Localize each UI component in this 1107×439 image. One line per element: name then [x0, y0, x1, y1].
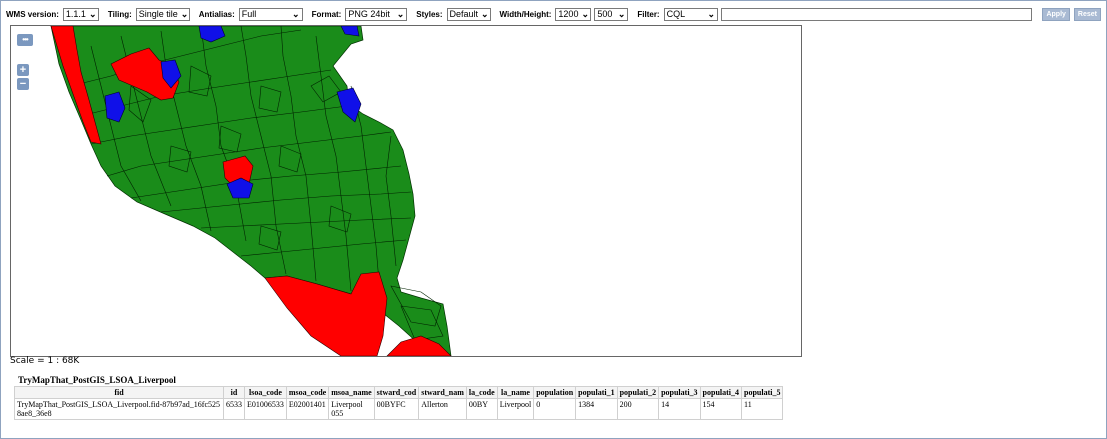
styles-select[interactable]: Default ⌄: [446, 7, 491, 21]
column-header: populati_4: [699, 386, 743, 399]
table-cell: 0: [533, 398, 577, 420]
column-header: fid: [14, 386, 224, 399]
table-cell: 00BYFC: [373, 398, 420, 420]
format-label: Format:: [311, 9, 342, 19]
table-cell: Allerton: [418, 398, 467, 420]
wms-version-value: 1.1.1: [65, 9, 86, 19]
filter-label: Filter:: [637, 9, 660, 19]
map-scale: Scale = 1 : 68K: [10, 356, 80, 366]
column-header: stward_nam: [418, 386, 467, 399]
column-header: id: [223, 386, 245, 399]
table-cell: E02001401: [285, 398, 330, 420]
table-cell: 00BY: [465, 398, 498, 420]
column-header: la_name: [496, 386, 535, 399]
tiling-value: Single tile: [138, 9, 178, 19]
wms-version-label: WMS version:: [6, 9, 59, 19]
antialias-value: Full: [241, 9, 257, 19]
chevron-down-icon: ⌄: [88, 8, 97, 19]
antialias-select[interactable]: Full ⌄: [238, 7, 303, 21]
wms-toolbar: WMS version: 1.1.1 ⌄ Tiling: Single tile ⌄…: [6, 6, 1101, 22]
styles-label: Styles:: [416, 9, 443, 19]
table-cell: 6533: [223, 398, 245, 420]
zoom-out-button[interactable]: −: [17, 78, 29, 90]
chevron-down-icon: ⌄: [617, 8, 626, 19]
column-header: msoa_name: [328, 386, 375, 399]
chevron-down-icon: ⌄: [396, 8, 405, 19]
table-cell: 11: [741, 398, 784, 420]
table-cell: 154: [699, 398, 743, 420]
column-header: lsoa_code: [244, 386, 287, 399]
column-header: la_code: [465, 386, 498, 399]
apply-button[interactable]: Apply: [1042, 7, 1070, 21]
feature-info-table: fid id lsoa_code msoa_code msoa_name stw…: [14, 386, 784, 420]
height-select[interactable]: 500 ⌄: [594, 7, 629, 21]
filter-type-value: CQL: [666, 9, 686, 19]
table-cell: E01006533: [244, 398, 287, 420]
column-header: populati_5: [741, 386, 784, 399]
chevron-down-icon: ⌄: [581, 8, 589, 19]
tiling-select[interactable]: Single tile ⌄: [135, 7, 190, 21]
column-header: populati_3: [658, 386, 701, 399]
tiling-label: Tiling:: [107, 9, 132, 19]
styles-value: Default: [449, 9, 479, 19]
table-header-row: fid id lsoa_code msoa_code msoa_name stw…: [14, 386, 784, 399]
width-height-label: Width/Height:: [499, 9, 552, 19]
table-cell: 1384: [575, 398, 618, 420]
column-header: population: [533, 386, 577, 399]
table-cell: Liverpool: [496, 398, 535, 420]
antialias-label: Antialias:: [198, 9, 235, 19]
map-viewport[interactable]: ••• + −: [10, 25, 802, 357]
table-cell: 14: [658, 398, 701, 420]
column-header: stward_cod: [373, 386, 420, 399]
width-select[interactable]: 1200 ⌄: [555, 7, 592, 21]
table-cell: 200: [616, 398, 660, 420]
wms-version-select[interactable]: 1.1.1 ⌄: [62, 7, 99, 21]
table-row: TryMapThat_PostGIS_LSOA_Liverpool.fid-87…: [14, 398, 784, 420]
chevron-down-icon: ⌄: [292, 8, 300, 19]
zoom-in-button[interactable]: +: [17, 64, 29, 76]
chevron-down-icon: ⌄: [481, 8, 489, 19]
layer-switcher-toggle-button[interactable]: •••: [17, 34, 33, 46]
lsoa-map: [50, 26, 452, 356]
reset-button[interactable]: Reset: [1073, 7, 1101, 21]
column-header: msoa_code: [285, 386, 330, 399]
width-value: 1200: [558, 9, 579, 19]
chevron-down-icon: ⌄: [707, 8, 716, 19]
filter-type-select[interactable]: CQL ⌄: [663, 7, 719, 21]
column-header: populati_1: [575, 386, 618, 399]
format-value: PNG 24bit: [348, 9, 390, 19]
table-cell: Liverpool 055: [328, 398, 375, 420]
chevron-down-icon: ⌄: [180, 8, 189, 19]
format-select[interactable]: PNG 24bit ⌄: [345, 7, 408, 21]
column-header: populati_2: [616, 386, 660, 399]
height-value: 500: [597, 9, 613, 19]
filter-input[interactable]: [721, 7, 1033, 21]
table-cell: TryMapThat_PostGIS_LSOA_Liverpool.fid-87…: [14, 398, 224, 420]
feature-info-layer-title: TryMapThat_PostGIS_LSOA_Liverpool: [18, 375, 176, 385]
